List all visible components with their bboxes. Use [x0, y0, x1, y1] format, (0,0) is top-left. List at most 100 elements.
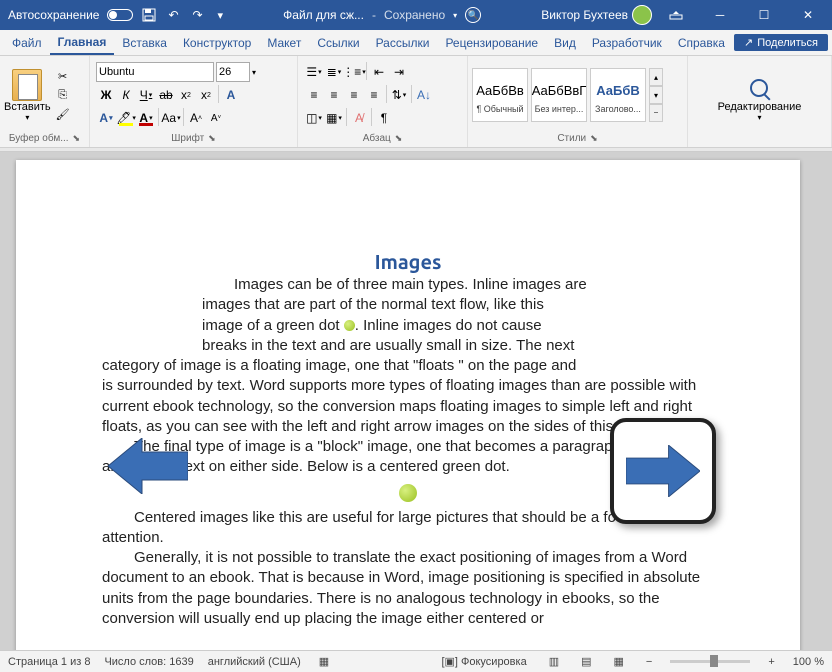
focus-label: Фокусировка: [461, 656, 527, 668]
tab-design[interactable]: Конструктор: [175, 32, 259, 54]
style-no-spacing[interactable]: АаБбВвГ Без интер...: [531, 68, 587, 122]
tab-mailings[interactable]: Рассылки: [368, 32, 438, 54]
align-center-button[interactable]: ≡: [324, 85, 344, 105]
zoom-level[interactable]: 100 %: [793, 656, 824, 668]
doc-title: Images: [102, 250, 714, 273]
print-layout-icon[interactable]: ▤: [577, 655, 595, 668]
share-button[interactable]: ↗ Поделиться: [734, 34, 828, 51]
italic-button[interactable]: К: [116, 85, 136, 105]
green-dot-block: [399, 484, 417, 502]
page-indicator[interactable]: Страница 1 из 8: [8, 656, 90, 668]
line-spacing-button[interactable]: ⇅▾: [389, 85, 409, 105]
zoom-slider[interactable]: [670, 660, 750, 663]
zoom-out-button[interactable]: −: [642, 656, 656, 668]
grow-font-button[interactable]: A˄: [186, 108, 206, 128]
style-sample: АаБбВв: [473, 76, 527, 104]
justify-button[interactable]: ≡: [364, 85, 384, 105]
text-effect-button[interactable]: A▾: [96, 108, 116, 128]
font-group-label: Шрифт: [171, 133, 204, 144]
format-painter-icon[interactable]: 🖌: [53, 105, 73, 123]
styles-down-icon[interactable]: ▾: [649, 86, 663, 104]
status-bar: Страница 1 из 8 Число слов: 1639 английс…: [0, 650, 832, 672]
tab-developer[interactable]: Разработчик: [584, 32, 670, 54]
dialog-launcher-icon[interactable]: ⬊: [208, 133, 216, 144]
language-indicator[interactable]: английский (США): [208, 656, 301, 668]
style-normal[interactable]: АаБбВв ¶ Обычный: [472, 68, 528, 122]
focus-mode-button[interactable]: [▣]Фокусировка: [437, 655, 530, 668]
ribbon-options-icon[interactable]: [656, 0, 696, 30]
find-icon: [750, 79, 768, 97]
undo-icon[interactable]: ↶: [165, 7, 181, 23]
change-case-button[interactable]: Aa▾: [161, 108, 181, 128]
multilevel-button[interactable]: ⋮≡▾: [344, 62, 364, 82]
paste-icon[interactable]: [12, 69, 42, 101]
show-marks-button[interactable]: ¶: [374, 108, 394, 128]
bold-button[interactable]: Ж: [96, 85, 116, 105]
editing-button[interactable]: Редактирование ▾: [710, 75, 810, 126]
web-layout-icon[interactable]: ▦: [610, 655, 628, 668]
dialog-launcher-icon[interactable]: ⬊: [590, 133, 598, 144]
text-effects-icon[interactable]: A: [221, 85, 241, 105]
decrease-indent-button[interactable]: ⇤: [369, 62, 389, 82]
subscript-button[interactable]: x2: [176, 85, 196, 105]
numbering-button[interactable]: ≣▾: [324, 62, 344, 82]
accessibility-icon[interactable]: ▦: [315, 655, 333, 668]
zoom-in-button[interactable]: +: [764, 656, 778, 668]
increase-indent-button[interactable]: ⇥: [389, 62, 409, 82]
styles-group-label: Стили: [557, 133, 586, 144]
word-count[interactable]: Число слов: 1639: [104, 656, 193, 668]
tab-file[interactable]: Файл: [4, 32, 50, 54]
font-size-select[interactable]: [216, 62, 250, 82]
underline-button[interactable]: Ч▾: [136, 85, 156, 105]
user-name[interactable]: Виктор Бухтеев: [541, 8, 628, 22]
dialog-launcher-icon[interactable]: ⬊: [395, 133, 403, 144]
superscript-button[interactable]: x2: [196, 85, 216, 105]
shrink-font-button[interactable]: A˅: [206, 108, 226, 128]
arrow-right-image-selected[interactable]: [610, 418, 716, 524]
tab-review[interactable]: Рецензирование: [437, 32, 546, 54]
read-mode-icon[interactable]: ▥: [545, 655, 563, 668]
erase-formatting-button[interactable]: A̸: [349, 108, 369, 128]
highlight-button[interactable]: 🖊▾: [116, 108, 136, 128]
tab-layout[interactable]: Макет: [259, 32, 309, 54]
arrow-left-image: [108, 438, 188, 494]
sort-button[interactable]: A↓: [414, 85, 434, 105]
paste-label[interactable]: Вставить: [4, 101, 51, 113]
align-right-button[interactable]: ≡: [344, 85, 364, 105]
style-heading[interactable]: АаБбВ Заголово...: [590, 68, 646, 122]
font-color-button[interactable]: A▾: [136, 108, 156, 128]
autosave-toggle[interactable]: [107, 9, 133, 21]
tab-view[interactable]: Вид: [546, 32, 584, 54]
document-area[interactable]: Images Images can be of three main types…: [0, 152, 832, 650]
cut-icon[interactable]: ✂: [53, 67, 73, 85]
save-icon[interactable]: [141, 7, 157, 23]
tab-references[interactable]: Ссылки: [309, 32, 367, 54]
minimize-button[interactable]: ─: [700, 0, 740, 30]
styles-up-icon[interactable]: ▴: [649, 68, 663, 86]
close-button[interactable]: ✕: [788, 0, 828, 30]
editing-label: Редактирование: [718, 101, 802, 113]
style-name: ¶ Обычный: [473, 104, 527, 114]
tab-insert[interactable]: Вставка: [114, 32, 175, 54]
copy-icon[interactable]: ⎘: [53, 86, 73, 104]
maximize-button[interactable]: ☐: [744, 0, 784, 30]
redo-icon[interactable]: ↷: [189, 7, 205, 23]
strike-button[interactable]: ab: [156, 85, 176, 105]
borders-button[interactable]: ▦▾: [324, 108, 344, 128]
search-icon[interactable]: 🔍: [465, 7, 481, 23]
styles-expand-icon[interactable]: ⎯: [649, 104, 663, 122]
avatar[interactable]: [632, 5, 652, 25]
style-name: Заголово...: [591, 104, 645, 114]
shading-button[interactable]: ◫▾: [304, 108, 324, 128]
bullets-button[interactable]: ☰▾: [304, 62, 324, 82]
style-sample: АаБбВвГ: [532, 76, 586, 104]
font-name-select[interactable]: [96, 62, 214, 82]
clipboard-group-label: Буфер обм...: [9, 133, 69, 144]
paragraph-group-label: Абзац: [363, 133, 391, 144]
ribbon-tabs: Файл Главная Вставка Конструктор Макет С…: [0, 30, 832, 56]
align-left-button[interactable]: ≡: [304, 85, 324, 105]
tab-help[interactable]: Справка: [670, 32, 733, 54]
tab-home[interactable]: Главная: [50, 31, 115, 55]
dialog-launcher-icon[interactable]: ⬊: [73, 133, 81, 144]
saved-status: Сохранено: [384, 8, 445, 22]
